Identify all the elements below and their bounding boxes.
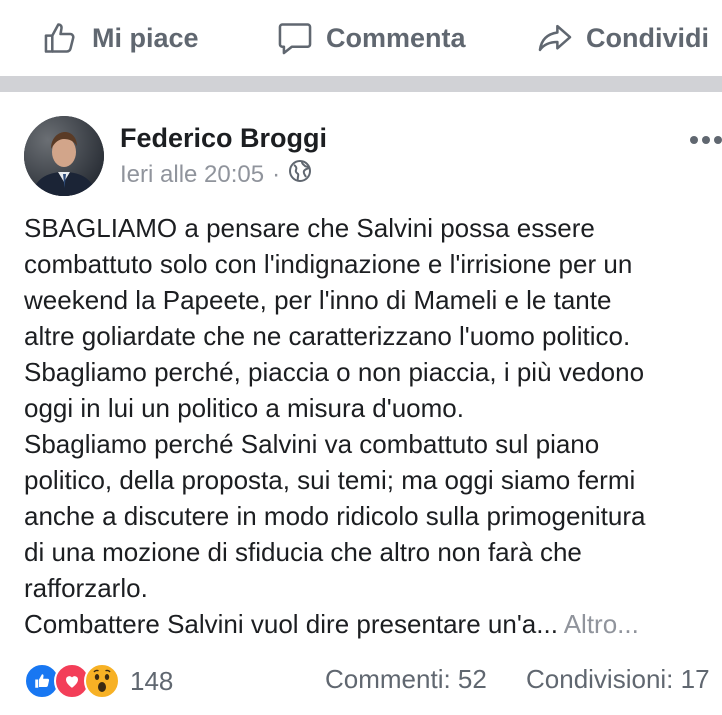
share-button[interactable]: Condividi bbox=[536, 16, 709, 60]
post-text-line: combattuto solo con l'indignazione e l'i… bbox=[24, 249, 633, 279]
like-label: Mi piace bbox=[92, 22, 199, 53]
thumbs-up-icon bbox=[42, 19, 80, 57]
more-dot-icon bbox=[714, 136, 722, 144]
post-text-line: weekend la Papeete, per l'inno di Mameli… bbox=[24, 285, 612, 315]
post-body: SBAGLIAMO a pensare che Salvini possa es… bbox=[24, 210, 722, 642]
post-text-line: oggi in lui un politico a misura d'uomo. bbox=[24, 393, 464, 423]
globe-icon bbox=[288, 159, 312, 190]
more-options-button[interactable] bbox=[690, 130, 722, 150]
feed-post: Federico Broggi Ieri alle 20:05 · SBAGLI… bbox=[0, 92, 722, 715]
reaction-count: 148 bbox=[130, 665, 174, 696]
post-text-truncated: Combattere Salvini vuol dire presentare … bbox=[24, 609, 558, 639]
post-meta: Ieri alle 20:05 · bbox=[120, 159, 312, 190]
post-text-line: politico, della proposta, sui temi; ma o… bbox=[24, 465, 636, 495]
wow-reaction-icon bbox=[84, 663, 120, 699]
post-timestamp[interactable]: Ieri alle 20:05 bbox=[120, 161, 264, 189]
comments-count[interactable]: Commenti: 52 bbox=[325, 664, 487, 695]
share-arrow-icon bbox=[536, 19, 574, 57]
meta-separator: · bbox=[272, 160, 281, 188]
post-action-bar: Mi piace Commenta Condividi bbox=[0, 0, 722, 76]
post-author-name[interactable]: Federico Broggi bbox=[120, 123, 327, 154]
post-text-last-line: Combattere Salvini vuol dire presentare … bbox=[24, 606, 722, 642]
more-dot-icon bbox=[690, 136, 698, 144]
post-text-line: anche a discutere in modo ridicolo sulla… bbox=[24, 501, 646, 531]
post-text-line: altre goliardate che ne caratterizzano l… bbox=[24, 321, 631, 351]
share-label: Condividi bbox=[586, 22, 709, 53]
post-text-line: Sbagliamo perché Salvini va combattuto s… bbox=[24, 429, 600, 459]
post-footer: 148 Commenti: 52 Condivisioni: 17 bbox=[0, 660, 722, 704]
post-text-line: Sbagliamo perché, piaccia o non piaccia,… bbox=[24, 357, 645, 387]
avatar[interactable] bbox=[24, 116, 104, 196]
comment-button[interactable]: Commenta bbox=[276, 16, 466, 60]
see-more-link[interactable]: Altro... bbox=[564, 609, 639, 639]
post-text-line: SBAGLIAMO a pensare che Salvini possa es… bbox=[24, 213, 595, 243]
comment-label: Commenta bbox=[326, 22, 466, 53]
reactions-summary[interactable]: 148 bbox=[24, 663, 173, 699]
post-text-line: rafforzarlo. bbox=[24, 573, 148, 603]
feed-separator bbox=[0, 76, 722, 92]
comment-bubble-icon bbox=[276, 19, 314, 57]
shares-count[interactable]: Condivisioni: 17 bbox=[526, 664, 710, 695]
like-button[interactable]: Mi piace bbox=[42, 16, 199, 60]
post-text-line: di una mozione di sfiducia che altro non… bbox=[24, 537, 582, 567]
more-dot-icon bbox=[702, 136, 710, 144]
